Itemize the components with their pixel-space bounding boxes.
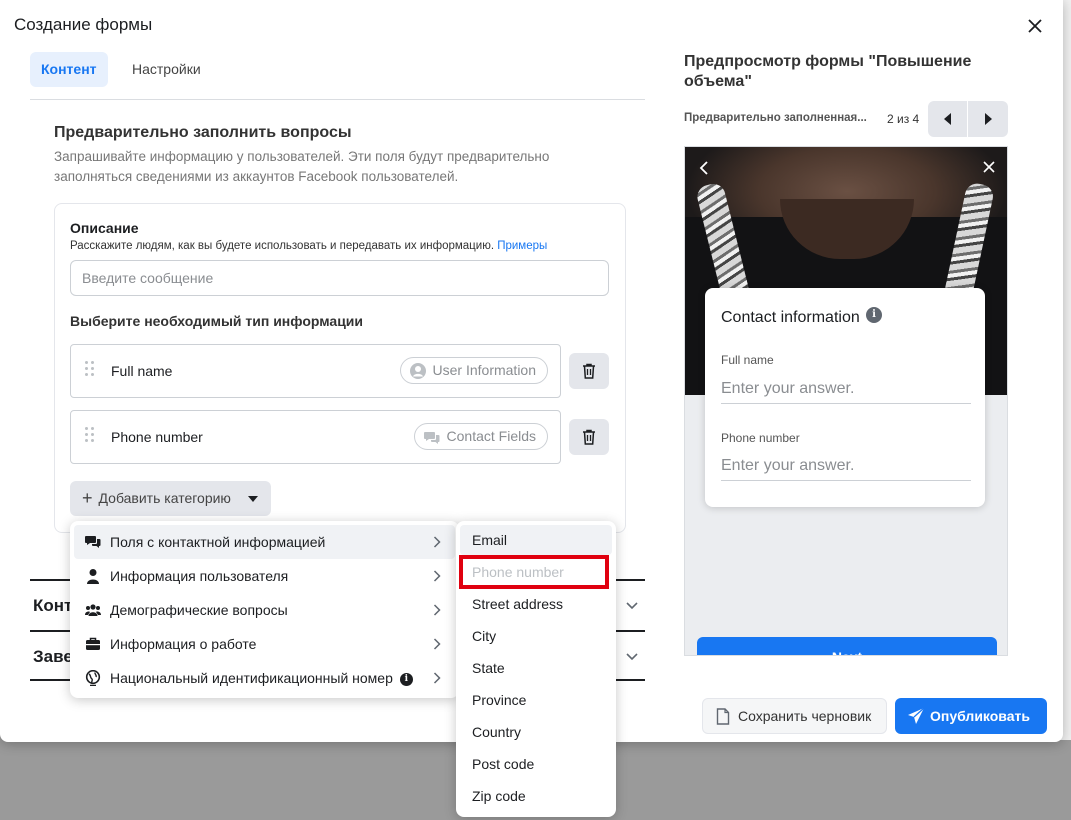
trash-icon[interactable] <box>569 419 609 455</box>
caret-right-icon <box>985 113 992 125</box>
section-label: Заве <box>33 647 73 666</box>
preview-counter: 2 из 4 <box>887 112 920 126</box>
drag-handle-icon[interactable] <box>85 427 95 447</box>
user-icon <box>87 569 99 584</box>
next-page-button[interactable] <box>968 101 1008 137</box>
submenu-item-zip-code[interactable]: Zip code <box>460 781 612 811</box>
menu-item-demographics[interactable]: Демографические вопросы <box>74 593 455 627</box>
submenu-item-city[interactable]: City <box>460 621 612 651</box>
chevron-right-icon <box>433 672 441 684</box>
dialog-tabs: Контент Настройки <box>30 52 645 100</box>
category-pill: User Information <box>399 357 548 384</box>
category-pill-label: User Information <box>432 362 536 378</box>
menu-item-label: Демографические вопросы <box>110 602 288 618</box>
submenu-item-state[interactable]: State <box>460 653 612 683</box>
info-icon[interactable]: i <box>866 307 882 323</box>
preview-subtitle: Предварительно заполненная... <box>684 112 867 124</box>
contact-card-title: Contact information <box>721 309 860 326</box>
chevron-right-icon <box>433 570 441 582</box>
plus-icon: + <box>82 488 93 508</box>
chevron-left-icon[interactable] <box>699 161 709 175</box>
publish-label: Опубликовать <box>930 708 1030 724</box>
info-icon[interactable]: i <box>399 673 413 686</box>
tab-settings[interactable]: Настройки <box>121 52 212 87</box>
question-name: Full name <box>111 363 173 379</box>
info-type-label: Выберите необходимый тип информации <box>70 313 364 329</box>
question-row-phone-number[interactable]: Phone number Contact Fields <box>70 410 561 464</box>
description-help: Расскажите людям, как вы будете использо… <box>70 240 547 252</box>
chat-icon <box>423 432 440 444</box>
menu-item-user-info[interactable]: Информация пользователя <box>74 559 455 593</box>
chevron-right-icon <box>433 604 441 616</box>
chevron-right-icon <box>433 536 441 548</box>
preview-field-input[interactable]: Enter your answer. <box>721 374 971 404</box>
submenu-item-province[interactable]: Province <box>460 685 612 715</box>
briefcase-icon <box>86 637 100 650</box>
save-draft-label: Сохранить черновик <box>738 708 872 724</box>
highlight-box <box>459 555 609 589</box>
category-pill: Contact Fields <box>413 423 548 450</box>
close-icon[interactable] <box>1021 12 1049 40</box>
add-category-button[interactable]: + Добавить категорию <box>70 481 271 516</box>
category-dropdown: Поля с контактной информацией Информация… <box>70 521 459 698</box>
close-icon[interactable] <box>983 161 995 173</box>
caret-left-icon <box>943 113 951 125</box>
message-input[interactable]: Введите сообщение <box>70 260 609 296</box>
submenu-item-post-code[interactable]: Post code <box>460 749 612 779</box>
submenu-item-country[interactable]: Country <box>460 717 612 747</box>
preview-field-input[interactable]: Enter your answer. <box>721 451 971 481</box>
user-icon <box>409 363 426 379</box>
preview-next-button[interactable]: Next <box>697 637 997 655</box>
preview-title: Предпросмотр формы "Повышение объема" <box>684 53 972 90</box>
examples-link[interactable]: Примеры <box>497 240 547 252</box>
preview-pager <box>928 101 1008 137</box>
menu-item-national-id[interactable]: Национальный идентификационный номер i <box>74 661 455 695</box>
send-icon <box>908 707 925 724</box>
chevron-right-icon <box>433 638 441 650</box>
description-label: Описание <box>70 220 139 236</box>
preview-field-label: Phone number <box>721 431 800 445</box>
menu-item-work-info[interactable]: Информация о работе <box>74 627 455 661</box>
menu-item-label: Информация о работе <box>110 636 257 652</box>
chat-icon <box>85 536 101 548</box>
question-name: Phone number <box>111 429 203 445</box>
caret-down-icon <box>248 496 258 502</box>
form-preview: Contact information i Full name Enter yo… <box>684 146 1008 656</box>
prefill-section-title: Предварительно заполнить вопросы <box>54 124 352 141</box>
people-icon <box>85 604 101 616</box>
menu-item-label: Национальный идентификационный номер <box>110 670 393 686</box>
question-row-full-name[interactable]: Full name User Information <box>70 344 561 398</box>
globe-icon <box>85 670 101 686</box>
description-help-text: Расскажите людям, как вы будете использо… <box>70 240 495 252</box>
dialog-title: Создание формы <box>14 15 153 34</box>
trash-icon[interactable] <box>569 353 609 389</box>
submenu-item-street-address[interactable]: Street address <box>460 589 612 619</box>
menu-item-label: Информация пользователя <box>110 568 289 584</box>
menu-item-contact-fields[interactable]: Поля с контактной информацией <box>74 525 455 559</box>
publish-button[interactable]: Опубликовать <box>895 698 1047 734</box>
save-draft-button[interactable]: Сохранить черновик <box>702 698 887 734</box>
chevron-down-icon <box>626 653 638 661</box>
menu-item-label: Поля с контактной информацией <box>110 534 326 550</box>
drag-handle-icon[interactable] <box>85 361 95 381</box>
preview-field-label: Full name <box>721 353 774 367</box>
document-icon <box>716 708 730 725</box>
submenu-item-email[interactable]: Email <box>460 525 612 555</box>
category-pill-label: Contact Fields <box>446 428 536 444</box>
add-category-label: Добавить категорию <box>98 490 231 506</box>
tab-content[interactable]: Контент <box>30 52 108 87</box>
chevron-down-icon <box>626 602 638 610</box>
previous-button[interactable] <box>928 101 968 137</box>
contact-info-card: Contact information i Full name Enter yo… <box>705 288 985 507</box>
prefill-section-description: Запрашивайте информацию у пользователей.… <box>54 149 550 184</box>
